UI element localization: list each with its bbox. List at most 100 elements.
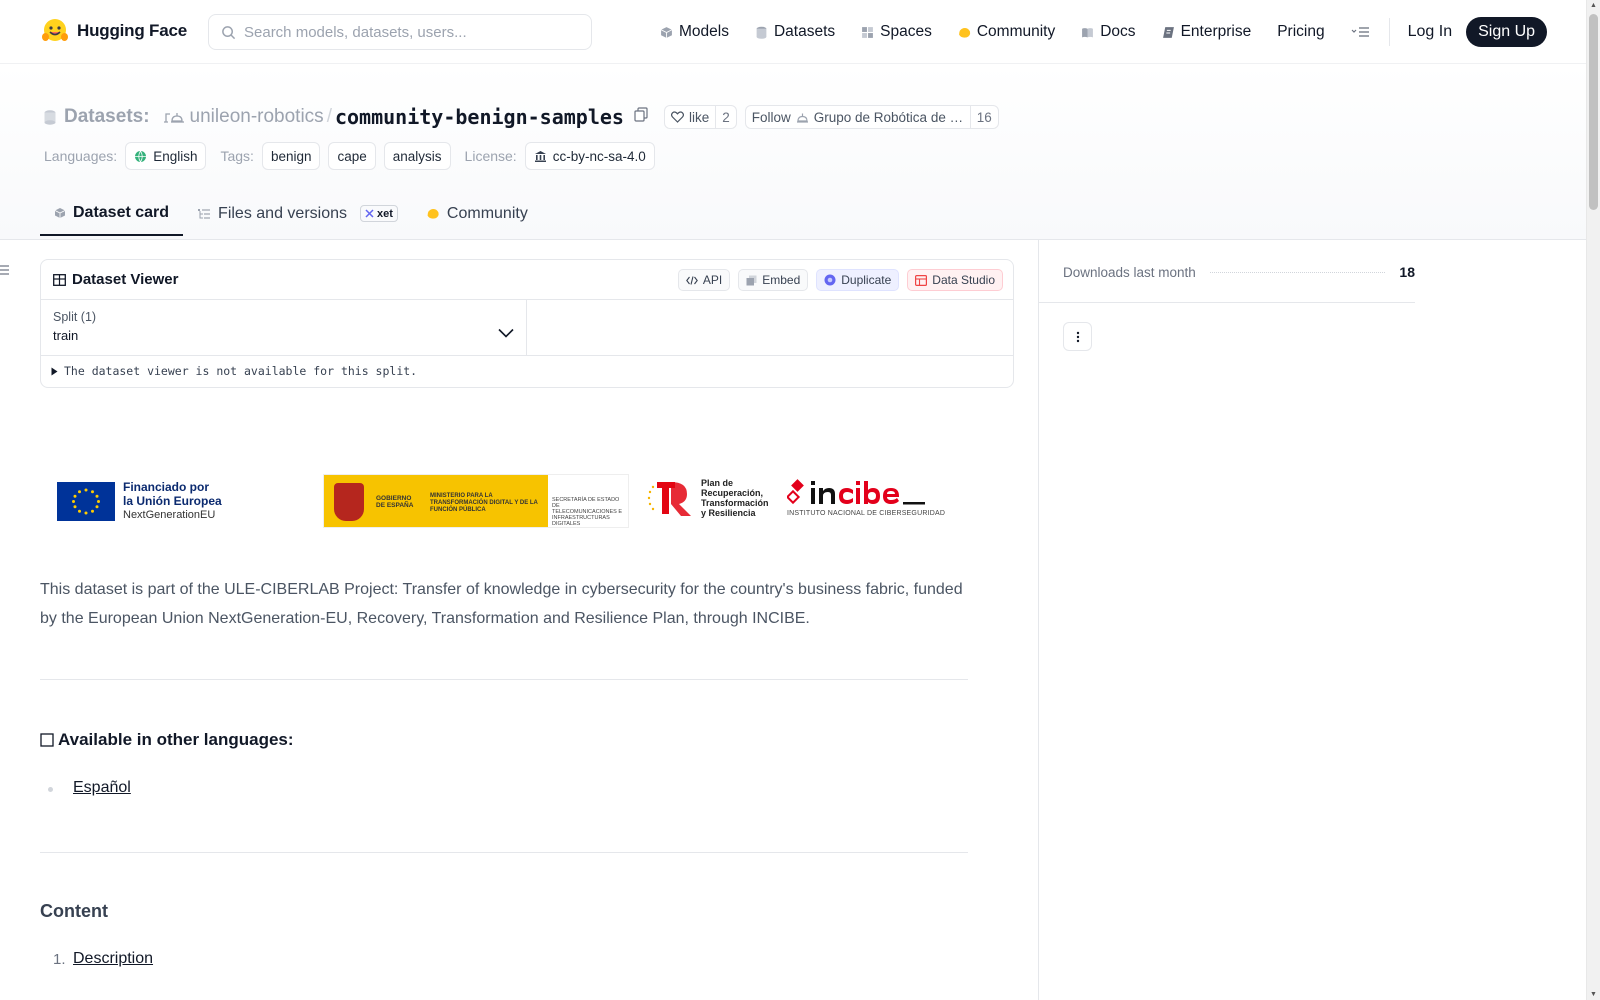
- org-icon: [796, 113, 808, 123]
- chevron-down-icon: [498, 328, 514, 338]
- repo-sidebar: Downloads last month 18: [1038, 240, 1586, 1000]
- enterprise-icon: [1162, 26, 1174, 38]
- search-box[interactable]: [208, 14, 592, 50]
- repo-tabs: Dataset card Files and versions xet Comm…: [40, 192, 542, 240]
- toc-toggle-button[interactable]: [0, 264, 9, 279]
- nav-community-label: Community: [976, 23, 1056, 40]
- tag-cape[interactable]: cape: [328, 142, 376, 170]
- gobierno-yellow-band: GOBIERNO DE ESPAÑA MINISTERIO PARA LA TR…: [324, 475, 548, 527]
- divider: [40, 679, 968, 680]
- other-languages-heading: Available in other languages:: [40, 730, 294, 750]
- spanish-language-link[interactable]: Español: [73, 779, 131, 797]
- cube-icon: [54, 208, 66, 218]
- follow-button[interactable]: Follow Grupo de Robótica de la Universid…: [746, 106, 970, 128]
- split-select[interactable]: Split (1) train: [41, 300, 527, 356]
- cube-icon: [660, 26, 673, 38]
- signup-button[interactable]: Sign Up: [1466, 17, 1548, 47]
- nav-spaces-label: Spaces: [880, 23, 932, 40]
- xet-badge-label: xet: [377, 207, 393, 220]
- prtr-logo: Plan de Recuperación, Transformación y R…: [647, 478, 769, 518]
- divider: [1039, 302, 1415, 303]
- database-icon: [756, 26, 767, 39]
- dotted-leader: [1209, 271, 1386, 273]
- tags-label: Tags:: [220, 148, 254, 164]
- login-link[interactable]: Log In: [1408, 23, 1452, 41]
- content-description-link[interactable]: Description: [73, 950, 153, 968]
- nav-datasets[interactable]: Datasets: [755, 23, 835, 41]
- like-button[interactable]: like: [665, 106, 715, 128]
- incibe-wordmark: [787, 478, 945, 508]
- page-scrollbar[interactable]: ▲ ▼: [1586, 0, 1600, 1000]
- spaces-grid-icon: [862, 26, 874, 38]
- community-hands-icon: [958, 27, 970, 38]
- duplicate-button[interactable]: Duplicate: [816, 269, 900, 291]
- tag-analysis[interactable]: analysis: [383, 142, 451, 170]
- copy-repo-name-button[interactable]: [634, 107, 648, 127]
- eu-line-1: Financiado por: [123, 480, 210, 494]
- scrollbar-thumb[interactable]: [1589, 14, 1598, 210]
- embed-button-label: Embed: [762, 273, 801, 287]
- follower-count[interactable]: 16: [969, 106, 998, 128]
- scroll-down-arrow-icon[interactable]: ▼: [1590, 991, 1597, 998]
- eu-flag-icon: [57, 481, 115, 521]
- duplicate-icon: [824, 274, 836, 286]
- nav-divider: [1388, 18, 1390, 46]
- menu-list-icon: [1351, 27, 1369, 37]
- repo-owner-link[interactable]: unileon-robotics: [162, 106, 324, 128]
- viewer-unavailable-details[interactable]: The dataset viewer is not available for …: [51, 364, 417, 378]
- file-tree-icon: [198, 208, 211, 219]
- nav-more-menu[interactable]: [1351, 25, 1371, 39]
- xet-badge: xet: [360, 205, 398, 222]
- tab-community[interactable]: Community: [412, 192, 542, 235]
- bank-icon: [534, 150, 546, 162]
- org-avatar-icon: [163, 113, 184, 123]
- nav-spaces[interactable]: Spaces: [861, 23, 932, 41]
- divider: [40, 852, 968, 853]
- dataset-viewer-header: Dataset Viewer API Embed Duplicate Data …: [41, 260, 1013, 300]
- nav-docs[interactable]: Docs: [1081, 23, 1136, 41]
- nav-datasets-label: Datasets: [773, 23, 836, 40]
- gobierno-espana-logo: GOBIERNO DE ESPAÑA MINISTERIO PARA LA TR…: [323, 474, 629, 528]
- copy-icon: [634, 107, 648, 122]
- content-item-number: 1.: [53, 951, 66, 968]
- dataset-viewer: Dataset Viewer API Embed Duplicate Data …: [40, 259, 1014, 388]
- repo-name[interactable]: community-benign-samples: [335, 105, 624, 129]
- nav-enterprise[interactable]: Enterprise: [1162, 23, 1251, 41]
- repo-owner-name: unileon-robotics: [189, 106, 324, 127]
- like-count[interactable]: 2: [715, 106, 736, 128]
- brand[interactable]: Hugging Face: [41, 17, 187, 45]
- language-tag[interactable]: English: [125, 142, 207, 170]
- split-preview-area: [527, 300, 1013, 356]
- prtr-line-1: Plan de: [701, 478, 734, 488]
- split-label: Split (1): [53, 310, 97, 324]
- more-options-button[interactable]: [1063, 322, 1092, 351]
- tab-files-and-versions[interactable]: Files and versions xet: [183, 192, 412, 235]
- eu-logo-text: Financiado por la Unión Europea NextGene…: [123, 480, 222, 522]
- card-intro-paragraph: This dataset is part of the ULE-CIBERLAB…: [40, 581, 963, 627]
- repo-path-separator: /: [326, 106, 332, 127]
- embed-button[interactable]: Embed: [738, 269, 809, 291]
- tab-files-label: Files and versions: [218, 204, 347, 222]
- table-icon: [53, 273, 66, 286]
- xet-icon: [365, 209, 374, 218]
- api-button[interactable]: API: [677, 269, 731, 291]
- data-studio-button-label: Data Studio: [932, 273, 995, 287]
- scroll-up-arrow-icon[interactable]: ▲: [1590, 2, 1597, 9]
- tag-benign[interactable]: benign: [261, 142, 321, 170]
- nav-community[interactable]: Community: [958, 23, 1055, 41]
- tab-dataset-card[interactable]: Dataset card: [40, 192, 184, 236]
- tab-dataset-card-label: Dataset card: [73, 204, 170, 221]
- license-tag[interactable]: cc-by-nc-sa-4.0: [524, 142, 655, 170]
- nav-pricing[interactable]: Pricing: [1277, 23, 1324, 41]
- caret-right-icon: [51, 367, 58, 376]
- dataset-viewer-title: Dataset Viewer: [53, 271, 178, 288]
- toc-menu-icon: [0, 265, 9, 275]
- globe-icon: [135, 150, 147, 163]
- data-studio-button[interactable]: Data Studio: [907, 269, 1003, 291]
- dataset-viewer-actions: API Embed Duplicate Data Studio: [677, 269, 1003, 291]
- search-input[interactable]: [244, 23, 584, 41]
- nav-models[interactable]: Models: [660, 23, 729, 41]
- incibe-diamond-icon: [787, 479, 804, 505]
- incibe-logo: INSTITUTO NACIONAL DE CIBERSEGURIDAD: [787, 478, 945, 517]
- ministerio-text: MINISTERIO PARA LA TRANSFORMACIÓN DIGITA…: [430, 493, 538, 513]
